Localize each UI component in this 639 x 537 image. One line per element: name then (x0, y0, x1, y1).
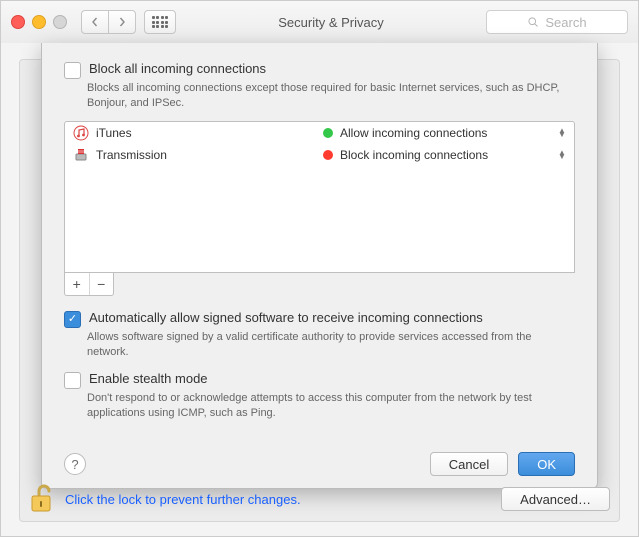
search-placeholder: Search (545, 15, 586, 30)
block-all-checkbox[interactable] (64, 62, 81, 79)
chevron-left-icon (90, 17, 100, 27)
lock-text[interactable]: Click the lock to prevent further change… (65, 492, 301, 507)
stealth-checkbox[interactable] (64, 372, 81, 389)
stealth-description: Don't respond to or acknowledge attempts… (87, 391, 575, 421)
cancel-button[interactable]: Cancel (430, 452, 508, 476)
unlocked-lock-icon[interactable] (29, 484, 55, 514)
traffic-lights (11, 15, 67, 29)
nav-buttons (81, 10, 136, 34)
search-field[interactable]: Search (486, 10, 628, 34)
window-body: Block all incoming connections Blocks al… (1, 43, 638, 536)
stealth-label: Enable stealth mode (89, 371, 208, 386)
grid-icon (152, 16, 169, 28)
app-row[interactable]: iTunes Allow incoming connections ▲▼ (65, 122, 574, 144)
app-status-label: Allow incoming connections (340, 126, 551, 140)
chevron-right-icon (117, 17, 127, 27)
window-toolbar: Security & Privacy Search (1, 1, 638, 44)
firewall-app-list[interactable]: iTunes Allow incoming connections ▲▼ Tra… (64, 121, 575, 273)
sheet-footer: ? Cancel OK (64, 452, 575, 476)
lock-row: Click the lock to prevent further change… (29, 484, 610, 514)
app-status-label: Block incoming connections (340, 148, 551, 162)
show-all-button[interactable] (144, 10, 176, 34)
block-all-option: Block all incoming connections Blocks al… (64, 61, 575, 111)
forward-button[interactable] (108, 10, 136, 34)
auto-allow-checkbox[interactable] (64, 311, 81, 328)
auto-allow-label: Automatically allow signed software to r… (89, 310, 483, 325)
ok-button[interactable]: OK (518, 452, 575, 476)
status-stepper-icon[interactable]: ▲▼ (558, 129, 566, 137)
add-app-button[interactable]: + (65, 273, 89, 295)
block-all-description: Blocks all incoming connections except t… (87, 81, 575, 111)
itunes-icon (73, 125, 89, 141)
transmission-icon (73, 147, 89, 163)
app-list-buttons: + − (64, 273, 114, 296)
zoom-window-button[interactable] (53, 15, 67, 29)
close-window-button[interactable] (11, 15, 25, 29)
block-all-label: Block all incoming connections (89, 61, 266, 76)
advanced-button[interactable]: Advanced… (501, 487, 610, 511)
preferences-window: Security & Privacy Search Block all inco… (0, 0, 639, 537)
minimize-window-button[interactable] (32, 15, 46, 29)
stealth-option: Enable stealth mode Don't respond to or … (64, 371, 575, 421)
remove-app-button[interactable]: − (89, 273, 114, 295)
firewall-options-sheet: Block all incoming connections Blocks al… (41, 43, 598, 489)
app-row[interactable]: Transmission Block incoming connections … (65, 144, 574, 166)
search-icon (527, 16, 539, 28)
back-button[interactable] (81, 10, 108, 34)
status-block-icon (323, 150, 333, 160)
help-button[interactable]: ? (64, 453, 86, 475)
status-allow-icon (323, 128, 333, 138)
window-title: Security & Privacy (184, 15, 478, 30)
app-name: iTunes (96, 126, 316, 140)
app-name: Transmission (96, 148, 316, 162)
auto-allow-description: Allows software signed by a valid certif… (87, 330, 575, 360)
status-stepper-icon[interactable]: ▲▼ (558, 151, 566, 159)
auto-allow-option: Automatically allow signed software to r… (64, 310, 575, 360)
